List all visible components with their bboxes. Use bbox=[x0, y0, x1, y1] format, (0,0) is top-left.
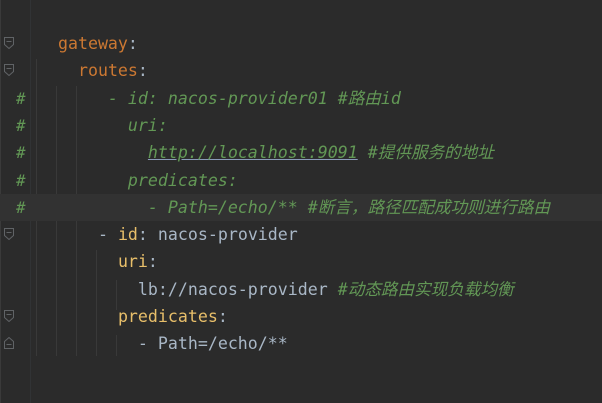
code-text: gateway: bbox=[38, 30, 138, 57]
yaml-key: routes bbox=[77, 61, 138, 81]
fold-collapse-icon[interactable] bbox=[4, 64, 14, 77]
code-token: : bbox=[147, 252, 158, 272]
code-line[interactable]: # uri: bbox=[0, 112, 602, 139]
comment-token: - id: nacos-provider01 #路由id bbox=[38, 88, 401, 108]
line-comment-marker: # bbox=[16, 115, 26, 135]
comment-token bbox=[38, 143, 148, 162]
yaml-key: predicates bbox=[117, 307, 218, 326]
yaml-key: uri bbox=[117, 252, 148, 272]
code-line[interactable]: predicates: bbox=[0, 303, 602, 330]
code-line[interactable]: # predicates: bbox=[0, 167, 602, 194]
code-token: : bbox=[127, 34, 138, 53]
code-line[interactable]: - id: nacos-provider bbox=[0, 221, 602, 248]
code-line[interactable]: # - Path=/echo/** #断言，路径匹配成功则进行路由 bbox=[0, 193, 602, 221]
url-link[interactable]: http://localhost:9091 bbox=[148, 143, 358, 162]
code-text: uri: bbox=[38, 112, 168, 139]
line-comment-marker: # bbox=[16, 88, 26, 108]
code-line[interactable]: gateway: bbox=[0, 30, 602, 57]
fold-collapse-icon[interactable] bbox=[4, 228, 14, 241]
comment-token: #动态路由实现负载均衡 bbox=[337, 279, 514, 299]
code-text: - Path=/echo/** #断言，路径匹配成功则进行路由 bbox=[38, 194, 550, 221]
comment-token: predicates: bbox=[38, 170, 238, 190]
code-text: http://localhost:9091 #提供服务的地址 bbox=[38, 139, 494, 166]
fold-collapse-icon[interactable] bbox=[4, 37, 14, 49]
comment-token: - Path=/echo/** #断言，路径匹配成功则进行路由 bbox=[38, 197, 551, 217]
code-line[interactable]: routes: bbox=[0, 57, 602, 84]
code-text: - id: nacos-provider01 #路由id bbox=[38, 85, 401, 112]
code-token: : nacos-provider bbox=[137, 225, 298, 245]
code-token: : bbox=[137, 61, 148, 81]
code-line[interactable]: # - id: nacos-provider01 #路由id bbox=[0, 85, 602, 112]
code-text: - id: nacos-provider bbox=[38, 221, 298, 248]
fold-end-icon[interactable] bbox=[4, 337, 14, 350]
code-text: predicates: bbox=[38, 167, 238, 194]
code-line[interactable]: - Path=/echo/** bbox=[0, 330, 602, 357]
line-comment-marker: # bbox=[16, 170, 26, 190]
line-comment-marker: # bbox=[16, 197, 26, 217]
code-token: - bbox=[38, 225, 118, 245]
yaml-key: gateway bbox=[57, 34, 128, 53]
code-text: routes: bbox=[38, 57, 148, 84]
line-comment-marker: # bbox=[16, 143, 26, 163]
yaml-key: id bbox=[117, 225, 138, 245]
code-line[interactable]: lb://nacos-provider #动态路由实现负载均衡 bbox=[0, 276, 602, 303]
comment-token: #提供服务的地址 bbox=[357, 143, 494, 163]
code-token: - Path=/echo/** bbox=[38, 334, 288, 354]
code-text: lb://nacos-provider #动态路由实现负载均衡 bbox=[38, 276, 514, 303]
code-text: predicates: bbox=[38, 303, 228, 330]
comment-token: uri: bbox=[38, 115, 168, 135]
code-text: uri: bbox=[38, 248, 158, 275]
fold-collapse-icon[interactable] bbox=[4, 310, 14, 322]
code-editor[interactable]: gateway: routes: # - id: nacos-provider01… bbox=[0, 0, 602, 403]
code-line[interactable]: uri: bbox=[0, 248, 602, 275]
code-token: lb://nacos-provider bbox=[38, 279, 338, 299]
code-text: - Path=/echo/** bbox=[38, 330, 288, 357]
code-line[interactable]: # http://localhost:9091 #提供服务的地址 bbox=[0, 139, 602, 166]
code-token: : bbox=[217, 307, 228, 326]
